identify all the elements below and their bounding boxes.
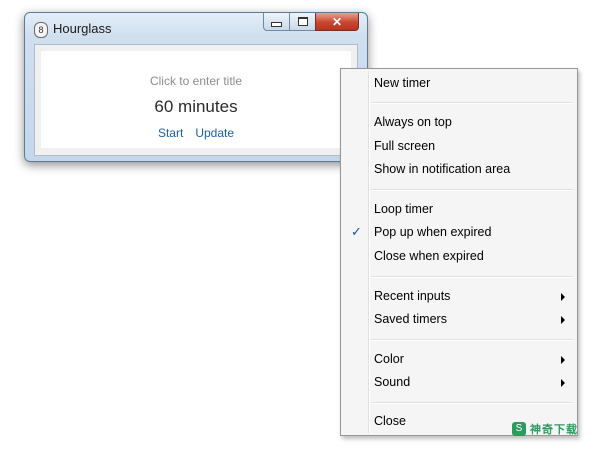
submenu-arrow-icon [561, 379, 565, 387]
menu-item-label: Pop up when expired [374, 225, 492, 239]
menu-item-label: Show in notification area [374, 162, 511, 176]
maximize-icon [297, 17, 308, 26]
menu-item-label: Loop timer [374, 202, 434, 216]
menu-item-label: Recent inputs [374, 289, 451, 303]
checkmark-icon: ✓ [351, 224, 362, 239]
close-button[interactable]: ✕ [315, 13, 359, 31]
close-icon: ✕ [331, 14, 343, 29]
menu-item-label: Close when expired [374, 249, 484, 263]
menu-item-loop-timer[interactable]: Loop timer [343, 198, 575, 220]
menu-item-show-in-notification-area[interactable]: Show in notification area [343, 158, 575, 180]
menu-item-close-when-expired[interactable]: Close when expired [343, 245, 575, 267]
menu-item-new-timer[interactable]: New timer [343, 72, 575, 94]
watermark: S 神奇下载 [512, 421, 578, 437]
menu-item-full-screen[interactable]: Full screen [343, 135, 575, 157]
timer-panel: Click to enter title 60 minutes Start Up… [34, 44, 358, 156]
timer-value-input[interactable]: 60 minutes [41, 97, 351, 117]
menu-item-pop-up-when-expired[interactable]: ✓ Pop up when expired [343, 221, 575, 243]
window-title: Hourglass [53, 21, 112, 36]
menu-separator [371, 189, 573, 191]
window-controls: ✕ [263, 13, 359, 32]
menu-item-label: Always on top [374, 115, 452, 129]
context-menu: New timer Always on top Full screen Show… [340, 68, 578, 436]
watermark-text: 神奇下载 [530, 424, 578, 436]
menu-item-always-on-top[interactable]: Always on top [343, 111, 575, 133]
menu-item-label: New timer [374, 76, 431, 90]
submenu-arrow-icon [561, 293, 565, 301]
menu-item-sound[interactable]: Sound [343, 371, 575, 393]
menu-separator [371, 102, 573, 104]
menu-item-label: Sound [374, 375, 411, 389]
maximize-button[interactable] [289, 13, 315, 31]
watermark-logo-icon: S [512, 422, 526, 436]
minimize-icon [271, 21, 282, 27]
menu-separator [371, 276, 573, 278]
submenu-arrow-icon [561, 316, 565, 324]
menu-item-saved-timers[interactable]: Saved timers [343, 308, 575, 330]
menu-item-label: Full screen [374, 139, 436, 153]
menu-separator [371, 402, 573, 404]
timer-content: Click to enter title 60 minutes Start Up… [41, 51, 351, 148]
menu-item-color[interactable]: Color [343, 348, 575, 370]
minimize-button[interactable] [263, 13, 289, 31]
menu-item-recent-inputs[interactable]: Recent inputs [343, 285, 575, 307]
menu-item-label: Close [374, 414, 406, 428]
menu-item-label: Color [374, 352, 404, 366]
title-bar[interactable]: 8 Hourglass ✕ [25, 13, 367, 43]
menu-item-label: Saved timers [374, 312, 447, 326]
timer-actions: Start Update [41, 126, 351, 140]
hourglass-app-icon: 8 [34, 22, 48, 38]
start-button[interactable]: Start [158, 126, 183, 140]
hourglass-window: 8 Hourglass ✕ Click to enter title 60 mi… [24, 12, 368, 162]
submenu-arrow-icon [561, 356, 565, 364]
menu-separator [371, 339, 573, 341]
update-button[interactable]: Update [195, 126, 234, 140]
timer-title-input[interactable]: Click to enter title [41, 74, 351, 88]
